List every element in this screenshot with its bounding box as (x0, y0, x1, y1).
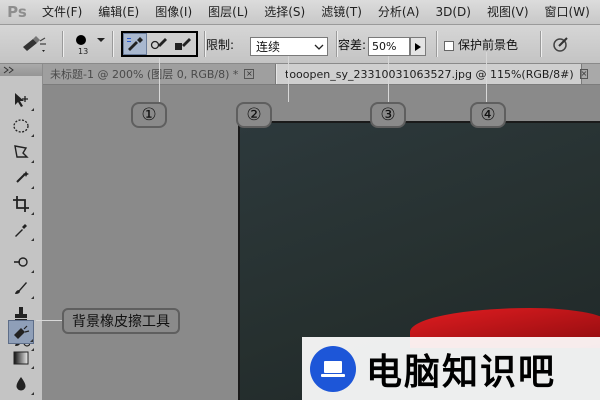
chevron-down-icon (314, 44, 324, 50)
app-logo: Ps (7, 3, 27, 21)
blur-tool[interactable] (8, 372, 34, 396)
magic-wand-tool[interactable] (8, 166, 34, 190)
blur-drop-icon (16, 377, 26, 391)
spot-healing-tool[interactable] (8, 250, 34, 274)
divider (336, 31, 337, 57)
close-icon[interactable]: × (244, 69, 255, 79)
menu-view[interactable]: 视图(V) (479, 0, 537, 24)
limit-select[interactable]: 连续 (250, 37, 328, 56)
collapse-arrows-icon (3, 66, 14, 74)
divider (112, 31, 113, 57)
tablet-pressure-button[interactable] (552, 25, 570, 63)
toolbox-grip[interactable] (0, 64, 42, 76)
tool-callout-leader (36, 320, 63, 321)
close-icon[interactable]: × (579, 69, 589, 79)
gradient-icon (13, 351, 29, 365)
move-tool[interactable] (8, 88, 34, 112)
eyedropper-continuous-icon (127, 37, 143, 51)
watermark: 电脑知识吧 (302, 337, 600, 400)
menu-image[interactable]: 图像(I) (147, 0, 200, 24)
callout-leader (288, 56, 289, 102)
sampling-buttons (121, 31, 198, 57)
chevron-down-icon (97, 38, 105, 42)
tolerance-input[interactable]: 50% (368, 37, 410, 56)
tab-label: tooopen_sy_23310031063527.jpg @ 115%(RGB… (285, 67, 574, 81)
sampling-continuous-button[interactable] (123, 33, 147, 55)
marquee-tool[interactable] (8, 114, 34, 138)
tablet-pressure-icon (553, 37, 568, 52)
crop-tool[interactable] (8, 192, 34, 216)
lasso-tool[interactable] (8, 140, 34, 164)
tolerance-label: 容差: (338, 37, 367, 52)
callout-1: ① (131, 102, 167, 128)
tool-name-callout: 背景橡皮擦工具 (62, 308, 180, 334)
laptop-logo-icon (310, 345, 356, 392)
menu-filter[interactable]: 滤镜(T) (313, 0, 370, 24)
divider (436, 31, 437, 57)
menu-layer[interactable]: 图层(L) (200, 0, 256, 24)
eyedropper-swatch-icon (175, 38, 191, 50)
callout-4: ④ (470, 102, 506, 128)
divider (62, 31, 63, 57)
photoshop-window: Ps 文件(F) 编辑(E) 图像(I) 图层(L) 选择(S) 滤镜(T) 分… (0, 0, 600, 400)
crop-icon (13, 196, 29, 212)
menu-3d[interactable]: 3D(D) (427, 0, 478, 24)
sampling-background-swatch-button[interactable] (171, 33, 195, 55)
document-tab-bar: 未标题-1 @ 200% (图层 0, RGB/8) * × tooopen_s… (42, 64, 600, 85)
gradient-tool[interactable] (8, 346, 34, 370)
background-eraser-icon (23, 36, 46, 52)
menu-select[interactable]: 选择(S) (256, 0, 313, 24)
menu-analysis[interactable]: 分析(A) (370, 0, 428, 24)
healing-brush-icon (14, 257, 28, 267)
triangle-right-icon (415, 42, 421, 51)
callout-leader (388, 56, 389, 102)
protect-foreground-checkbox[interactable] (444, 41, 454, 51)
callout-2: ② (236, 102, 272, 128)
eyedropper-once-icon (150, 38, 167, 50)
brush-tool[interactable] (8, 276, 34, 300)
tab-tooopen-image[interactable]: tooopen_sy_23310031063527.jpg @ 115%(RGB… (276, 64, 589, 84)
magic-wand-icon (16, 171, 29, 183)
toolbox-panel (0, 64, 43, 400)
divider (540, 31, 541, 57)
limit-label: 限制: (206, 37, 235, 52)
brush-size: 13 (78, 47, 89, 56)
limit-select-value: 连续 (256, 40, 281, 54)
tab-label: 未标题-1 @ 200% (图层 0, RGB/8) * (50, 68, 239, 81)
protect-foreground-label: 保护前景色 (458, 37, 519, 52)
tool-preset-picker[interactable] (20, 25, 48, 63)
move-icon (15, 93, 28, 107)
sampling-once-button[interactable] (147, 33, 171, 55)
callout-leader (159, 58, 160, 102)
callout-leader (486, 52, 487, 102)
brush-icon (15, 282, 27, 294)
background-eraser-tool[interactable] (8, 320, 34, 344)
polygonal-lasso-icon (14, 145, 29, 158)
menu-window[interactable]: 窗口(W) (537, 0, 598, 24)
divider (204, 31, 205, 57)
elliptical-marquee-icon (13, 119, 29, 133)
eyedropper-tool[interactable] (8, 218, 34, 242)
tolerance-slider-button[interactable] (410, 37, 426, 56)
eyedropper-icon (15, 224, 27, 237)
brush-tip-icon (76, 35, 86, 45)
background-eraser-icon (14, 325, 30, 339)
watermark-text: 电脑知识吧 (366, 351, 557, 393)
callout-3: ③ (370, 102, 406, 128)
